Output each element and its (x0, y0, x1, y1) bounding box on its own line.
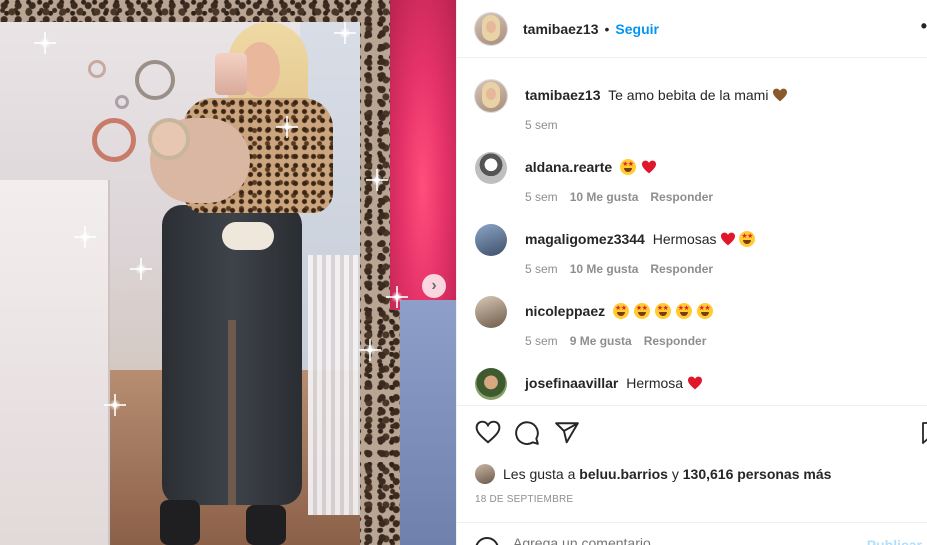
reply-button[interactable]: Responder (650, 262, 713, 276)
red-heart-emoji (687, 376, 702, 390)
wall-decal (135, 60, 175, 100)
sparkle (80, 226, 90, 248)
star-struck-emoji (613, 303, 630, 319)
comment-time[interactable]: 5 sem (525, 262, 558, 276)
pink-curtain (390, 0, 456, 310)
list-item: magaligomez3344 Hermosas 5 sem 10 Me gus… (475, 224, 915, 294)
chevron-right-icon: › (431, 277, 437, 294)
comment-username[interactable]: josefinaavillar (525, 375, 618, 391)
wall-decal (88, 60, 106, 78)
comment-text: Hermosas (652, 231, 717, 247)
blue-wall (400, 300, 456, 545)
sparkle (392, 286, 402, 308)
avatar[interactable] (475, 224, 507, 256)
likes-prefix: Les gusta a (503, 466, 576, 482)
list-item: aldana.rearte 5 sem 10 Me gusta Responde… (475, 152, 915, 222)
shoe (160, 500, 200, 545)
comment-username[interactable]: nicoleppaez (525, 303, 605, 319)
likes-first-user[interactable]: beluu.barrios (579, 466, 668, 482)
likes-count[interactable]: 130,616 personas más (683, 466, 832, 482)
star-struck-emoji (633, 303, 650, 319)
comment-text: Te amo bebita de la mami (608, 87, 769, 103)
door (0, 180, 110, 545)
likes-connector: y (671, 466, 679, 482)
comment-time[interactable]: 5 sem (525, 190, 558, 204)
sparkle (40, 32, 50, 54)
comment-time[interactable]: 5 sem (525, 118, 558, 132)
star-struck-emoji (675, 303, 692, 319)
action-bar: Les gusta a beluu.barrios y 130,616 pers… (457, 405, 927, 545)
brown-heart-emoji (772, 88, 788, 102)
reply-button[interactable]: Responder (650, 190, 713, 204)
wall-decal (115, 95, 129, 109)
star-struck-emoji (620, 159, 637, 175)
comment-time[interactable]: 5 sem (525, 334, 558, 348)
star-struck-emoji (739, 231, 756, 247)
next-photo-button[interactable]: › (422, 274, 446, 298)
sparkle (340, 22, 350, 44)
sparkle (110, 394, 120, 416)
comment-likes[interactable]: 9 Me gusta (570, 334, 632, 348)
list-item: tamibaez13 Te amo bebita de la mami 5 se… (475, 80, 915, 150)
emoji-icon[interactable] (475, 537, 499, 545)
avatar[interactable] (475, 80, 507, 112)
comments-list[interactable]: tamibaez13 Te amo bebita de la mami 5 se… (457, 58, 927, 405)
red-heart-emoji (641, 160, 656, 174)
comment-input[interactable] (513, 535, 873, 545)
post-details-panel: tamibaez13 • Seguir • tamibaez13 Te amo … (456, 0, 927, 545)
crib (308, 255, 360, 515)
sparkle (136, 258, 146, 280)
shoe (246, 505, 286, 545)
follow-button[interactable]: Seguir (615, 21, 659, 37)
reply-button[interactable]: Responder (644, 334, 707, 348)
avatar[interactable] (475, 296, 507, 328)
baby-feet (222, 222, 274, 250)
comment-icon[interactable] (514, 420, 540, 446)
leg-gap (228, 320, 236, 505)
comment-likes[interactable]: 10 Me gusta (570, 190, 639, 204)
sparkle (282, 116, 292, 138)
avatar[interactable] (475, 12, 507, 45)
avatar[interactable] (475, 464, 495, 484)
publish-button[interactable]: Publicar (867, 537, 922, 545)
likes-summary[interactable]: Les gusta a beluu.barrios y 130,616 pers… (475, 464, 831, 484)
red-heart-emoji (720, 232, 736, 246)
post-date[interactable]: 18 DE SEPTIEMBRE (475, 494, 573, 505)
phone (215, 53, 247, 95)
wall-decal (92, 118, 136, 162)
more-icon[interactable]: • (921, 16, 927, 37)
star-struck-emoji (654, 303, 671, 319)
post-photo[interactable]: › (0, 0, 456, 545)
sparkle (372, 169, 382, 191)
avatar[interactable] (475, 152, 507, 184)
star-struck-emoji (696, 303, 713, 319)
post-header: tamibaez13 • Seguir • (457, 0, 927, 58)
comment-text: Hermosa (626, 375, 684, 391)
list-item: josefinaavillar Hermosa (475, 368, 915, 405)
separator-dot: • (604, 20, 610, 37)
comment-username[interactable]: tamibaez13 (525, 87, 600, 103)
list-item: nicoleppaez 5 sem 9 Me gusta Responder (475, 296, 915, 366)
heart-icon[interactable] (475, 420, 501, 446)
bookmark-icon[interactable] (919, 420, 927, 446)
post-author-username[interactable]: tamibaez13 (523, 21, 598, 37)
baby-head (148, 118, 190, 160)
add-comment-bar: Publicar (457, 522, 927, 545)
avatar[interactable] (475, 368, 507, 400)
comment-username[interactable]: magaligomez3344 (525, 231, 645, 247)
sparkle (365, 339, 375, 361)
comment-username[interactable]: aldana.rearte (525, 159, 612, 175)
share-icon[interactable] (554, 420, 580, 446)
comment-likes[interactable]: 10 Me gusta (570, 262, 639, 276)
